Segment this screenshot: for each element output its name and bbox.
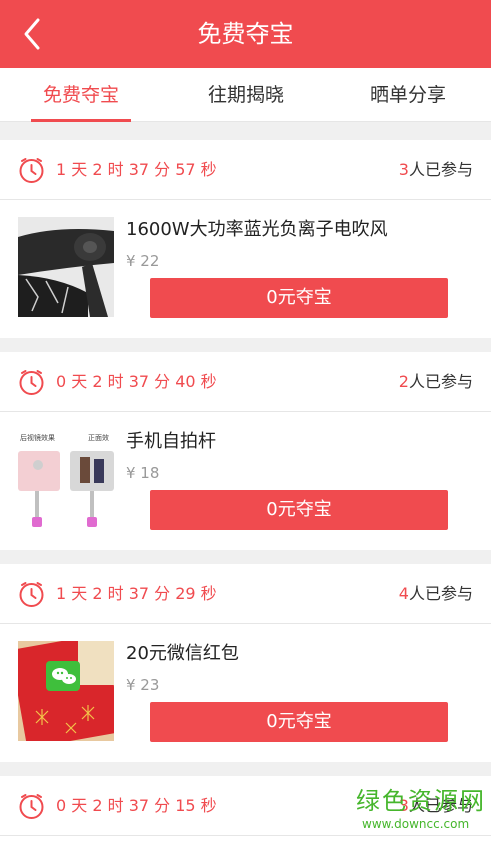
- tab-active-indicator: [31, 119, 131, 122]
- image-caption: 正面效: [88, 433, 109, 442]
- watermark-logo-text: 绿色资源网: [356, 787, 486, 815]
- watermark-url: www.downcc.com: [362, 817, 470, 831]
- item-title: 手机自拍杆: [126, 431, 216, 452]
- selfie-stick-image[interactable]: 后视镜效果 正面效: [18, 429, 114, 529]
- countdown-timer: 0 天 2 时 37 分 40 秒: [56, 372, 217, 391]
- tab-label: 往期揭晓: [207, 84, 284, 106]
- clock-icon: [19, 582, 44, 607]
- participant-suffix: 人已参与: [408, 372, 473, 391]
- card-header: 1 天 2 时 37 分 57 秒 3人已参与: [0, 140, 491, 200]
- participant-number: 2: [398, 372, 409, 391]
- grab-button[interactable]: 0元夺宝: [150, 702, 448, 742]
- page-title: 免费夺宝: [197, 20, 294, 48]
- item-title: 20元微信红包: [126, 643, 239, 664]
- item-price: ¥ 23: [126, 676, 160, 694]
- card-header: 0 天 2 时 37 分 40 秒 2人已参与: [0, 352, 491, 412]
- lottery-item-card[interactable]: 0 天 2 时 37 分 40 秒 2人已参与 后视镜效果 正面效 手机自拍杆 …: [0, 352, 491, 550]
- participant-number: 4: [398, 584, 409, 603]
- participant-count: 2人已参与: [399, 370, 473, 394]
- clock-icon: [19, 794, 44, 819]
- countdown-timer: 1 天 2 时 37 分 57 秒: [56, 160, 217, 179]
- tab-label: 免费夺宝: [42, 84, 119, 106]
- tab-label: 晒单分享: [369, 84, 446, 106]
- participant-suffix: 人已参与: [408, 584, 473, 603]
- tab-share-orders[interactable]: 晒单分享: [358, 68, 458, 122]
- clock-icon: [19, 158, 44, 183]
- countdown-timer: 1 天 2 时 37 分 29 秒: [56, 584, 217, 603]
- participant-count: 4人已参与: [399, 582, 473, 606]
- clock-icon: [19, 370, 44, 395]
- participant-number: 3: [398, 160, 409, 179]
- item-title: 1600W大功率蓝光负离子电吹风: [126, 219, 388, 240]
- item-price: ¥ 18: [126, 464, 160, 482]
- lottery-item-card[interactable]: 1 天 2 时 37 分 57 秒 3人已参与 1600W大功率蓝光负离子电吹风…: [0, 140, 491, 338]
- image-caption: 后视镜效果: [20, 433, 55, 442]
- hair-dryer-image[interactable]: [18, 217, 114, 317]
- tab-bar: 免费夺宝 往期揭晓 晒单分享: [0, 68, 491, 122]
- tab-past-results[interactable]: 往期揭晓: [196, 68, 296, 122]
- item-price: ¥ 22: [126, 252, 160, 270]
- grab-button[interactable]: 0元夺宝: [150, 278, 448, 318]
- grab-button[interactable]: 0元夺宝: [150, 490, 448, 530]
- wechat-red-envelope-image[interactable]: [18, 641, 114, 741]
- participant-count: 3人已参与: [399, 158, 473, 182]
- card-header: 1 天 2 时 37 分 29 秒 4人已参与: [0, 564, 491, 624]
- countdown-timer: 0 天 2 时 37 分 15 秒: [56, 796, 217, 815]
- lottery-item-card[interactable]: 1 天 2 时 37 分 29 秒 4人已参与 20元微信红包 ¥ 23 0元夺…: [0, 564, 491, 762]
- tab-free-grab[interactable]: 免费夺宝: [31, 68, 131, 122]
- participant-suffix: 人已参与: [408, 160, 473, 179]
- app-header: 免费夺宝: [0, 0, 491, 68]
